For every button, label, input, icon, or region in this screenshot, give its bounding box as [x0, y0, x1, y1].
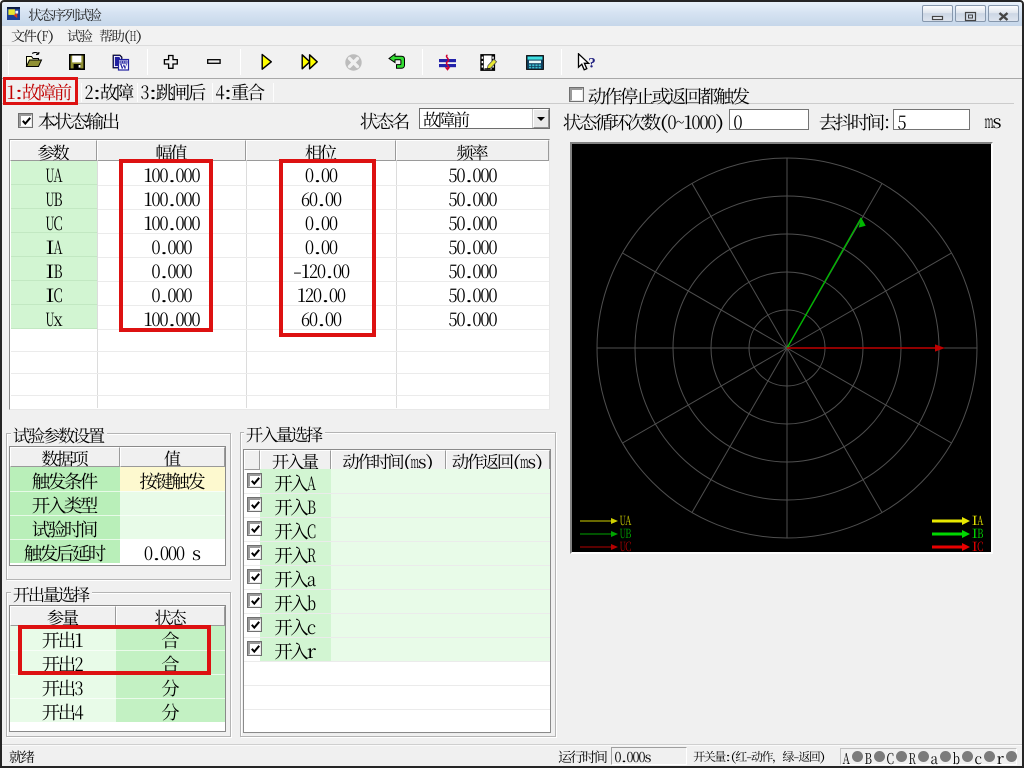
- svg-text:IC: IC: [972, 539, 983, 552]
- svg-text:W: W: [120, 62, 128, 71]
- svg-text:?: ?: [588, 56, 596, 72]
- svg-text:UC: UC: [619, 539, 631, 552]
